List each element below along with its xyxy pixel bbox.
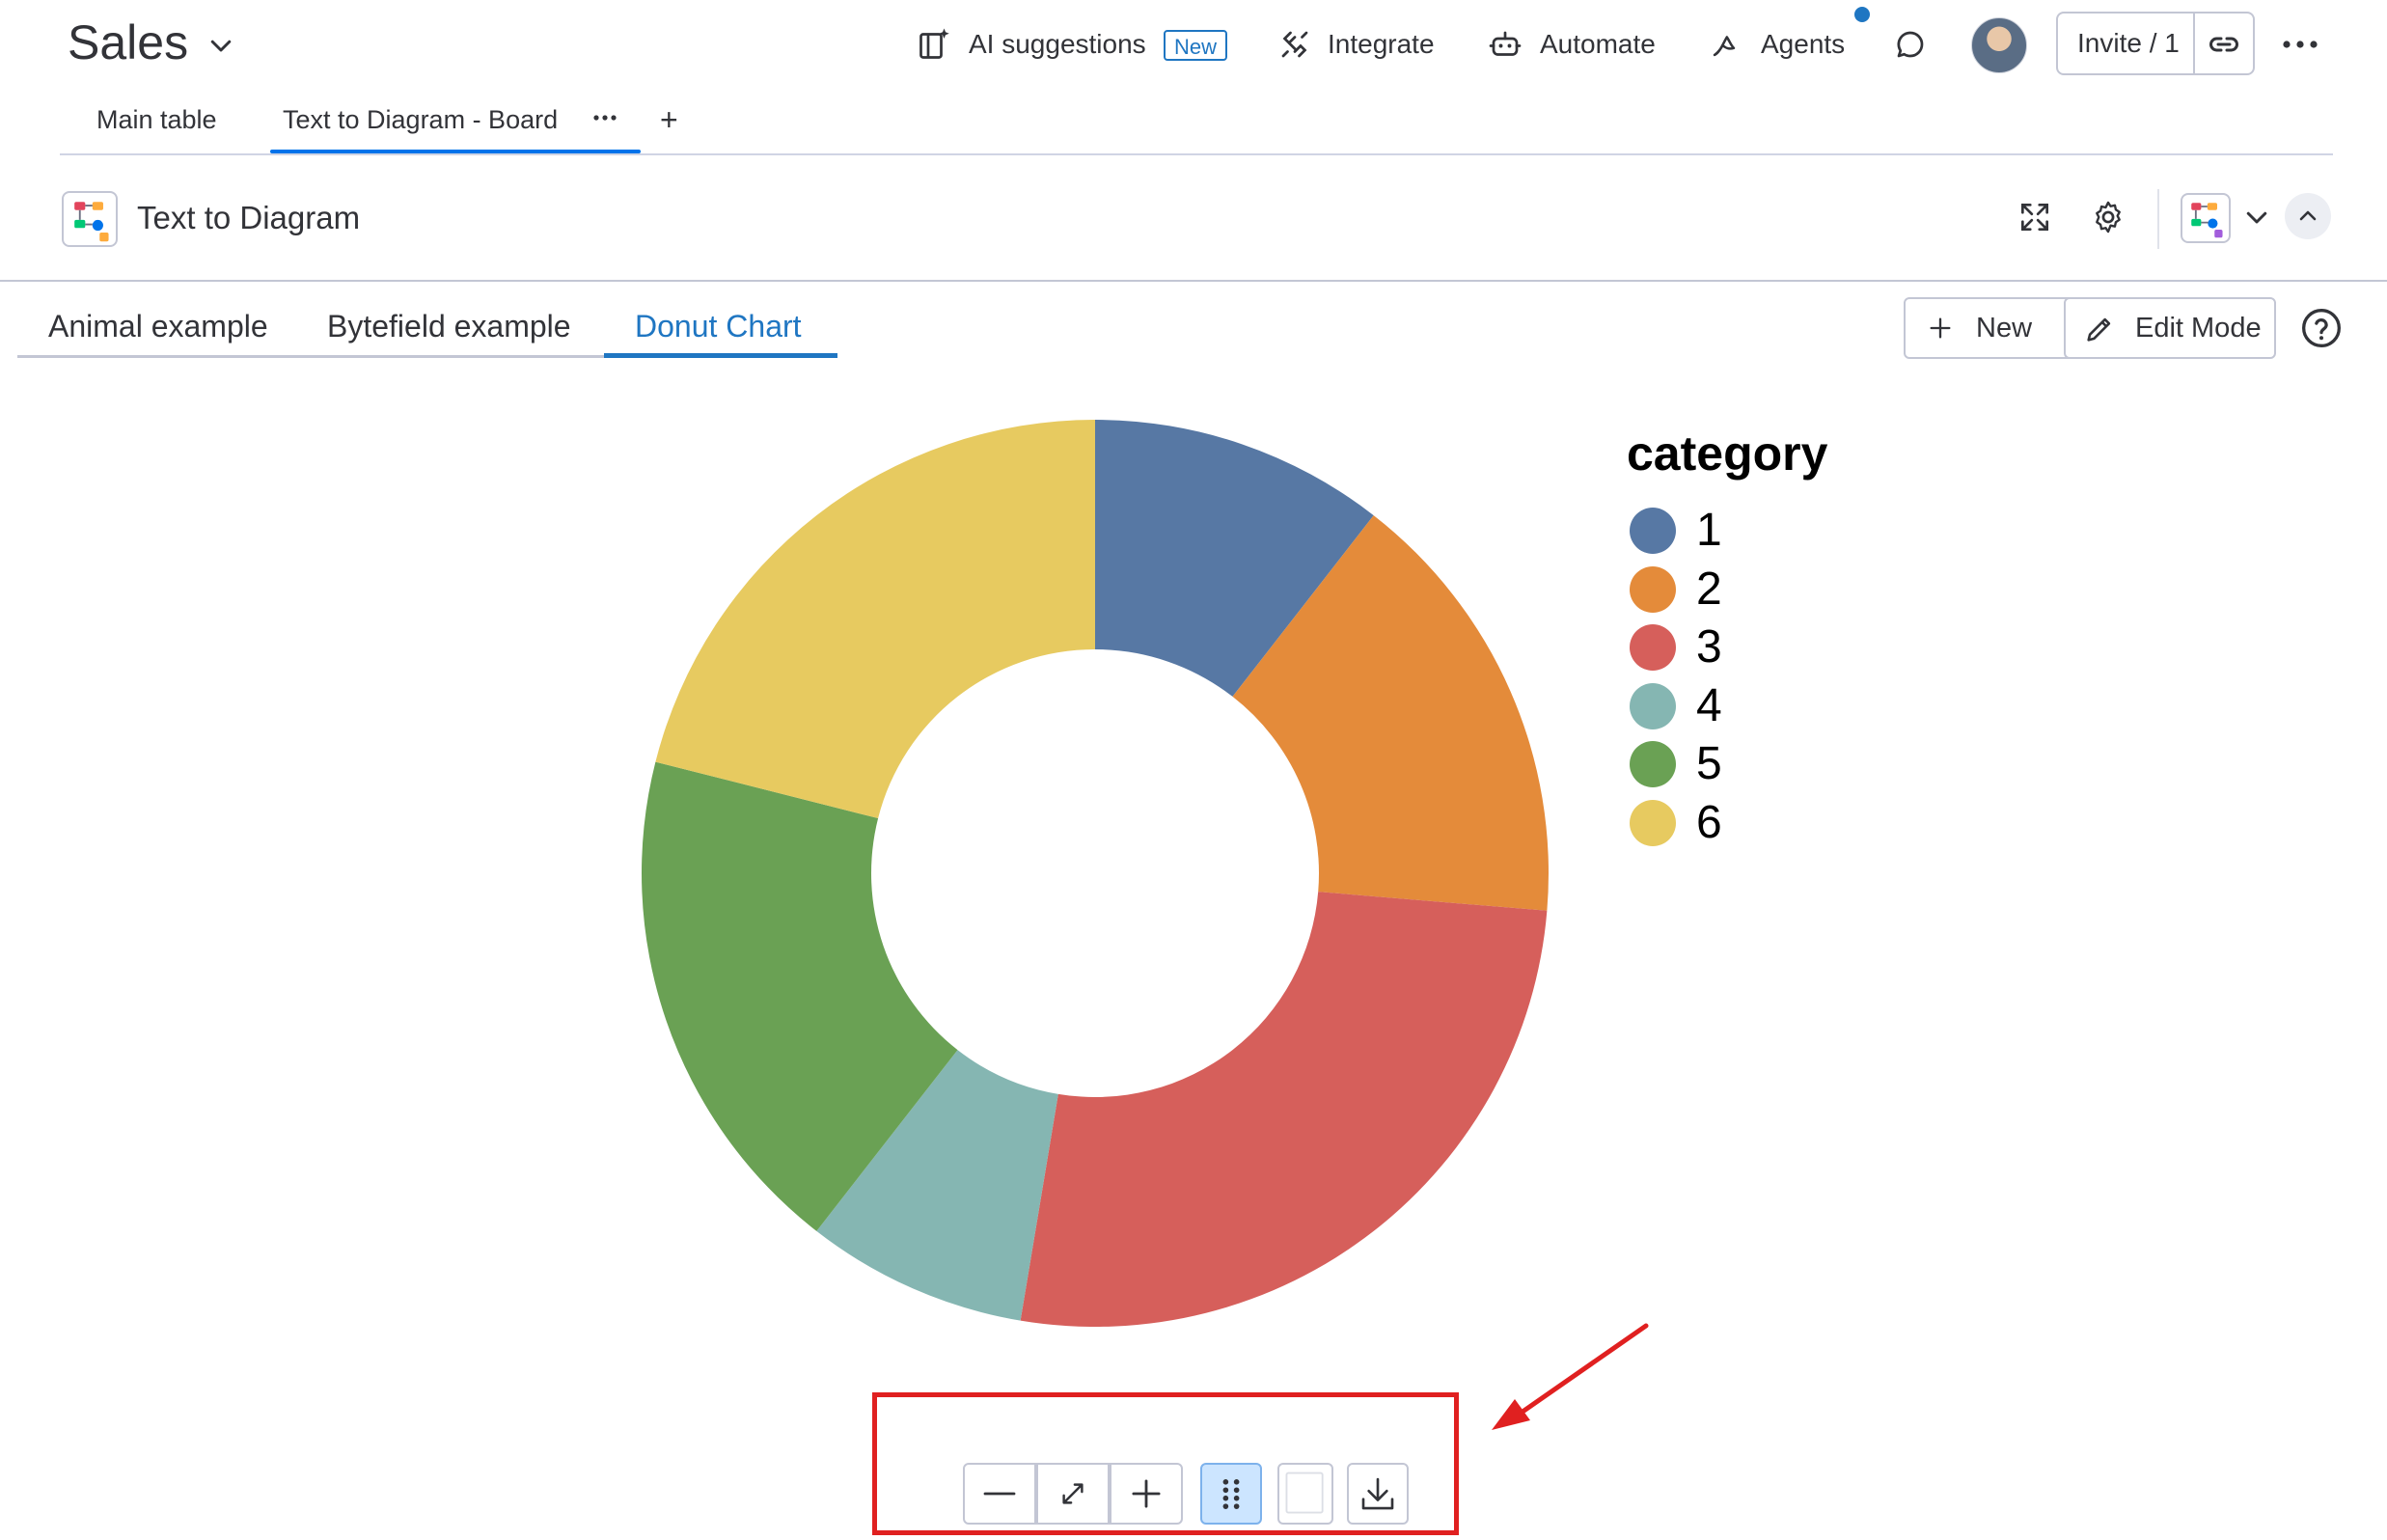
zoom-out-button[interactable] xyxy=(963,1463,1036,1525)
automate-button[interactable]: Automate xyxy=(1540,25,1656,64)
tabs-divider xyxy=(60,153,2333,155)
tab-text-to-diagram-board[interactable]: Text to Diagram - Board xyxy=(283,100,558,139)
text-to-diagram-app-icon xyxy=(62,191,118,247)
edit-mode-label: Edit Mode xyxy=(2135,313,2262,344)
legend-swatch-3 xyxy=(1630,624,1676,671)
expand-arrows-icon xyxy=(1062,1483,1084,1504)
avatar[interactable] xyxy=(1971,17,2027,73)
new-diagram-label: New xyxy=(1976,313,2033,344)
legend-title: category xyxy=(1627,426,1828,481)
donut-slice-3 xyxy=(1020,892,1548,1327)
widget-header-border xyxy=(0,280,2387,282)
agents-icon[interactable] xyxy=(1708,29,1741,62)
legend-label-1: 1 xyxy=(1696,505,1722,556)
donut-chart xyxy=(641,420,1549,1327)
ai-suggestions-icon[interactable] xyxy=(917,27,951,62)
legend-swatch-2 xyxy=(1630,565,1676,613)
zoom-in-button[interactable] xyxy=(1110,1463,1183,1525)
donut-slice-6 xyxy=(655,420,1095,819)
notification-dot xyxy=(1854,7,1870,22)
settings-gear-icon[interactable] xyxy=(2090,199,2126,235)
download-icon xyxy=(1361,1477,1394,1510)
fit-to-screen-button[interactable] xyxy=(1036,1463,1110,1525)
pencil-icon xyxy=(2083,313,2116,345)
legend-swatch-1 xyxy=(1630,508,1676,554)
add-view-button[interactable]: + xyxy=(660,100,678,139)
tab-main-table[interactable]: Main table xyxy=(96,100,217,139)
active-diagram-tab-indicator xyxy=(604,353,837,358)
agents-button[interactable]: Agents xyxy=(1761,25,1845,64)
more-options-icon[interactable] xyxy=(2279,27,2321,62)
widget-title: Text to Diagram xyxy=(137,200,361,235)
legend-label-2: 2 xyxy=(1696,563,1722,615)
blank-square-icon xyxy=(1285,1471,1324,1514)
fullscreen-icon[interactable] xyxy=(2017,199,2053,235)
collapse-widget-button[interactable] xyxy=(2285,193,2331,239)
invite-label: Invite / 1 xyxy=(2077,28,2180,58)
automate-icon[interactable] xyxy=(1488,27,1523,62)
app-switcher-icon[interactable] xyxy=(2181,193,2231,243)
help-icon[interactable] xyxy=(2300,307,2343,349)
tab-options-icon[interactable] xyxy=(590,104,619,131)
chevron-down-icon[interactable] xyxy=(206,31,235,60)
annotation-arrow xyxy=(1492,1323,1649,1430)
link-icon[interactable] xyxy=(2207,27,2241,62)
invite-divider xyxy=(2193,14,2195,73)
ai-suggestions-button[interactable]: AI suggestions xyxy=(969,25,1146,64)
legend-label-3: 3 xyxy=(1696,621,1722,673)
legend-label-6: 6 xyxy=(1696,796,1722,848)
download-button[interactable] xyxy=(1347,1463,1409,1525)
updates-icon[interactable] xyxy=(1893,27,1928,62)
tab-bytefield-example[interactable]: Bytefield example xyxy=(327,305,571,347)
legend-swatch-6 xyxy=(1630,799,1676,846)
legend-swatch-5 xyxy=(1630,741,1676,787)
chevron-down-icon[interactable] xyxy=(2242,203,2271,232)
legend-label-4: 4 xyxy=(1696,679,1722,731)
board-title[interactable]: Sales xyxy=(68,12,188,73)
background-toggle-button[interactable] xyxy=(1277,1463,1333,1525)
widget-header-divider xyxy=(2157,189,2159,249)
integrate-icon[interactable] xyxy=(1277,27,1312,62)
new-diagram-button[interactable]: New xyxy=(1904,297,2091,359)
legend-label-5: 5 xyxy=(1696,738,1722,789)
diagram-toolbar xyxy=(963,1463,1409,1525)
new-badge: New xyxy=(1164,30,1228,61)
tab-donut-chart[interactable]: Donut Chart xyxy=(635,305,802,347)
plus-icon xyxy=(1927,315,1954,342)
integrate-button[interactable]: Integrate xyxy=(1328,25,1435,64)
minus-icon xyxy=(983,1492,1016,1496)
plus-icon xyxy=(1132,1479,1161,1508)
edit-mode-button[interactable]: Edit Mode xyxy=(2064,297,2276,359)
drag-handle-icon xyxy=(1222,1479,1240,1509)
tab-animal-example[interactable]: Animal example xyxy=(48,305,268,347)
pan-handle-button[interactable] xyxy=(1200,1463,1262,1525)
legend-swatch-4 xyxy=(1630,682,1676,729)
invite-button[interactable]: Invite / 1 xyxy=(2056,12,2255,75)
chevron-up-icon xyxy=(2299,210,2317,221)
